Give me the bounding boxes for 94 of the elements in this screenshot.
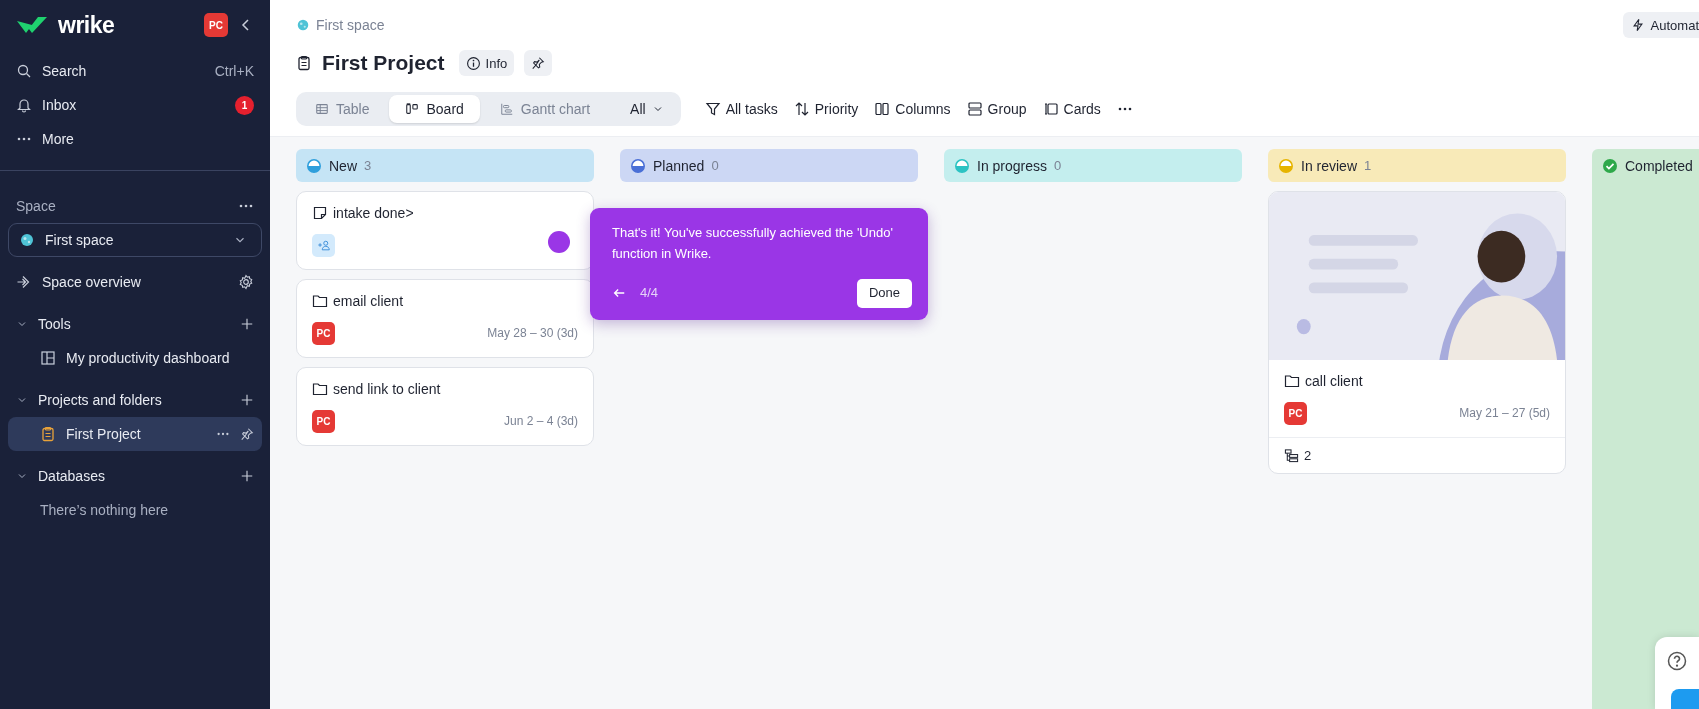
enter-icon <box>16 274 32 290</box>
nav-item[interactable]: Inbox 1 <box>0 88 270 122</box>
column-header: New 3 <box>296 149 594 182</box>
unread-badge: 1 <box>235 95 254 115</box>
bolt-icon <box>1630 18 1645 32</box>
pin-icon <box>240 427 254 441</box>
toolbar-button[interactable]: Cards <box>1034 101 1109 117</box>
task-card[interactable]: intake done> <box>296 191 594 270</box>
clipboard-icon <box>296 55 312 71</box>
nav-label: Space overview <box>42 274 141 290</box>
nav-label: Search <box>42 63 87 79</box>
nav-item[interactable]: More <box>0 122 270 156</box>
space-icon <box>19 232 35 248</box>
add-icon <box>240 317 254 331</box>
nav-item[interactable]: Search Ctrl+K <box>0 54 270 88</box>
task-count: 3 <box>364 158 372 173</box>
table-icon <box>315 102 329 116</box>
info-icon <box>465 55 481 71</box>
column-header: In progress 0 <box>944 149 1242 182</box>
toolbar-button[interactable]: Columns <box>866 101 959 117</box>
toolbar-button[interactable]: Group <box>958 101 1035 117</box>
step-counter: 4/4 <box>640 283 659 302</box>
task-dates: Jun 2 – 4 (3d) <box>503 414 578 428</box>
dashboard-icon <box>40 350 56 366</box>
section-header[interactable]: Databases <box>0 459 270 493</box>
task-dates: May 28 – 30 (3d) <box>487 326 578 340</box>
column-header: In review 1 <box>1268 149 1566 182</box>
tree-item[interactable]: My productivity dashboard <box>0 341 270 375</box>
task-dates: May 21 – 27 (5d) <box>1459 406 1550 420</box>
task-title: intake done> <box>333 205 414 221</box>
user-avatar[interactable]: PC <box>204 13 228 37</box>
task-card[interactable]: email client PC May 28 – 30 (3d) <box>296 279 594 358</box>
section-header[interactable]: Tools <box>0 307 270 341</box>
note-icon <box>312 205 328 221</box>
assignee-avatar: PC <box>312 409 335 433</box>
tooltip-text: That's it! You've successfully achieved the 'Undo' function in Wrike. <box>612 224 894 263</box>
bell-icon <box>16 97 32 113</box>
column-header: Planned 0 <box>620 149 918 182</box>
add-user-icon <box>316 238 331 252</box>
column-header: Completed <box>1592 149 1699 182</box>
task-count: 0 <box>711 158 719 173</box>
space-icon <box>296 18 310 32</box>
view-tab[interactable]: Board <box>389 95 480 123</box>
settings-icon <box>238 274 254 290</box>
project-title: First Project <box>322 51 445 75</box>
clipboard-icon <box>40 426 56 442</box>
assignee-avatar: PC <box>312 321 335 345</box>
section-header[interactable]: Projects and folders <box>0 383 270 417</box>
subtasks-icon <box>1284 448 1299 463</box>
rows-icon <box>966 101 983 117</box>
assignee-avatar: PC <box>1284 401 1307 425</box>
pin-icon <box>531 56 546 70</box>
gantt-icon <box>499 102 514 116</box>
task-count: 1 <box>1364 158 1372 173</box>
help-button[interactable] <box>1667 651 1687 671</box>
pin-button[interactable] <box>524 50 553 76</box>
breadcrumb-link[interactable]: First space <box>316 17 385 33</box>
folder-icon <box>312 293 328 309</box>
task-card[interactable]: call client PC May 21 – 27 (5d) 2 <box>1268 191 1566 474</box>
nav-label: More <box>42 131 74 147</box>
task-title: call client <box>1305 373 1363 389</box>
done-button[interactable]: Done <box>856 278 912 308</box>
space-select[interactable]: First space <box>8 223 262 257</box>
shortcut-hint: Ctrl+K <box>214 63 254 79</box>
columns-icon <box>874 101 891 117</box>
search-icon <box>16 63 32 79</box>
task-title: send link to client <box>333 381 441 397</box>
nav-label: Inbox <box>42 97 77 113</box>
empty-text: There’s nothing here <box>39 501 170 520</box>
task-title: email client <box>333 293 404 309</box>
folder-icon <box>312 381 328 397</box>
toolbar-button[interactable]: Priority <box>785 101 867 117</box>
section-label: Space <box>16 198 56 214</box>
cards-icon <box>1042 101 1059 117</box>
automations-button[interactable]: Automat <box>1622 12 1699 38</box>
board-icon <box>405 102 420 116</box>
logo-icon <box>16 15 48 35</box>
info-button[interactable]: Info <box>458 50 515 76</box>
logo-text: wrike <box>58 11 115 39</box>
item-label: First Project <box>66 426 141 442</box>
add-icon <box>240 393 254 407</box>
task-count: 0 <box>1054 158 1062 173</box>
tree-item[interactable]: First Project <box>8 417 262 451</box>
sort-icon <box>793 101 810 117</box>
task-card[interactable]: send link to client PC Jun 2 – 4 (3d) <box>296 367 594 446</box>
nav-item[interactable]: Space overview <box>0 265 270 299</box>
filter-icon <box>704 101 721 117</box>
toolbar-button[interactable]: All tasks <box>696 101 786 117</box>
subtask-count: 2 <box>1304 448 1312 463</box>
view-filter[interactable]: All <box>610 101 678 117</box>
item-label: My productivity dashboard <box>66 350 230 366</box>
help-icon <box>1667 651 1687 671</box>
folder-icon <box>1284 373 1300 389</box>
add-icon <box>240 469 254 483</box>
